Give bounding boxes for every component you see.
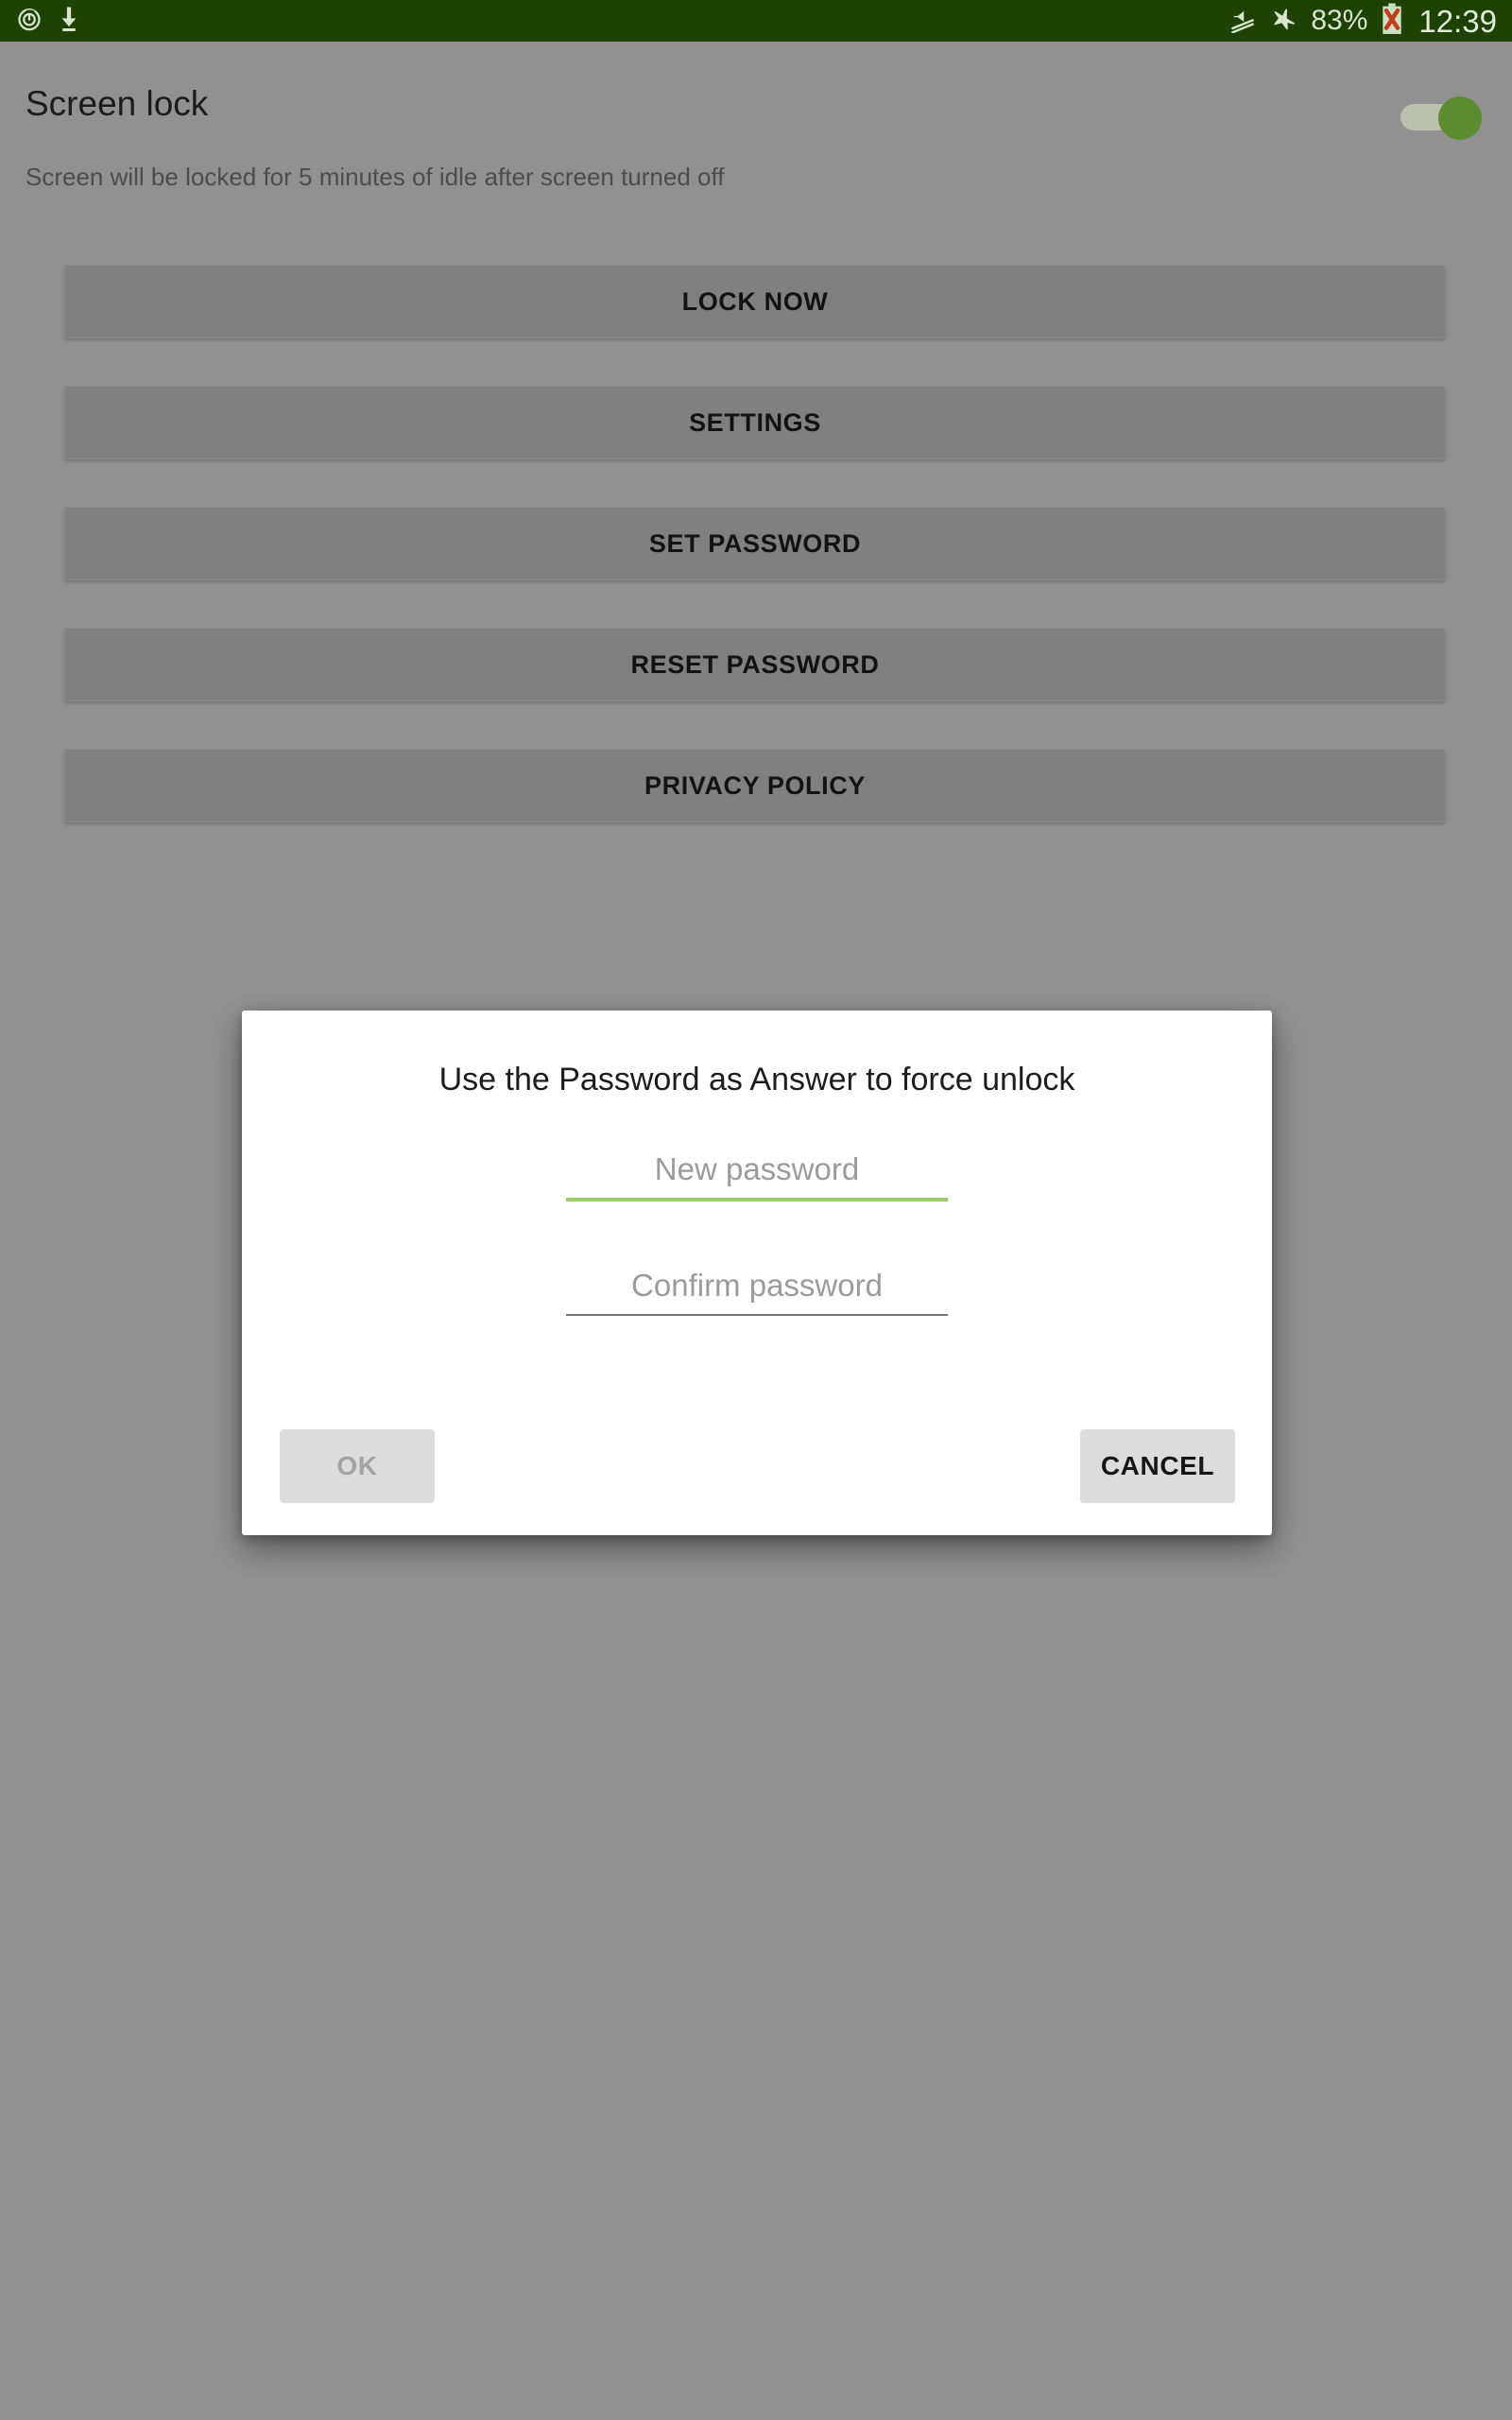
confirm-password-field-group [566,1259,948,1316]
alarm-clock-icon [15,5,43,38]
download-icon [57,5,81,38]
airplane-mode-icon [1270,5,1298,38]
battery-percent-label: 83% [1311,5,1368,36]
new-password-field-group [566,1143,948,1201]
battery-error-icon [1380,3,1404,40]
clock-label: 12:39 [1418,3,1497,39]
confirm-password-underline [566,1314,948,1316]
dialog-scrim[interactable]: Use the Password as Answer to force unlo… [0,42,1512,2420]
confirm-password-input[interactable] [566,1259,948,1312]
status-bar[interactable]: 83% 12:39 [0,0,1512,42]
set-password-dialog: Use the Password as Answer to force unlo… [242,1011,1272,1535]
status-bar-left-icons [15,5,81,38]
ok-button[interactable]: OK [280,1429,435,1503]
status-bar-right-cluster: 83% 12:39 [1228,3,1497,40]
mute-icon [1228,5,1258,38]
new-password-underline [566,1198,948,1201]
dialog-action-row: OK CANCEL [242,1429,1272,1503]
dialog-title: Use the Password as Answer to force unlo… [438,1062,1075,1098]
cancel-button[interactable]: CANCEL [1080,1429,1235,1503]
new-password-input[interactable] [566,1143,948,1196]
